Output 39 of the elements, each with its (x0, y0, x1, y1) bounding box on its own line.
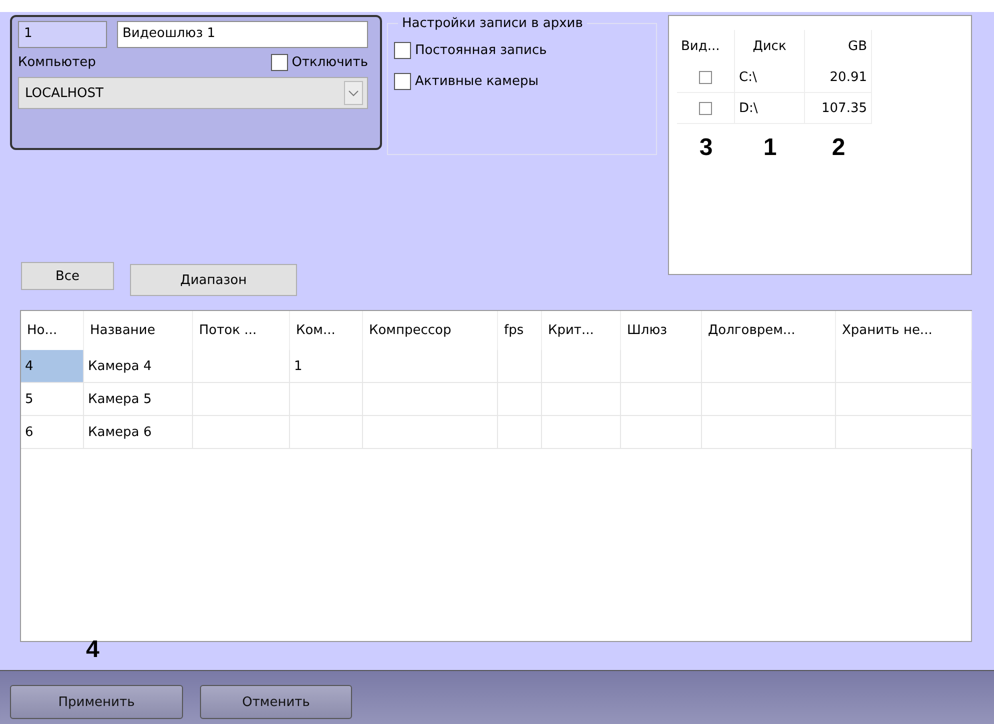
table-cell: Камера 5 (84, 383, 193, 416)
table-cell: 6 (21, 416, 84, 449)
computer-label: Компьютер (18, 55, 96, 70)
filter-button[interactable]: Диапазон (130, 264, 297, 296)
table-cell: Камера 4 (84, 350, 193, 383)
checkbox[interactable] (394, 73, 411, 90)
checkbox[interactable] (270, 54, 288, 71)
chevron-down-icon (344, 81, 363, 105)
table-cell: Камера 6 (84, 416, 193, 449)
table-cell: 1 (290, 350, 363, 383)
checkbox[interactable] (394, 42, 411, 59)
checkbox-label: Постоянная запись (415, 43, 547, 58)
callout-number: 2 (830, 133, 846, 162)
checkbox[interactable] (699, 102, 712, 114)
id-field[interactable]: 1 (18, 21, 107, 48)
checkbox-label: Активные камеры (415, 74, 538, 89)
column-header[interactable]: Вид... (677, 30, 735, 62)
cancel-button[interactable]: Отменить (200, 685, 352, 719)
table-cell: 4 (21, 350, 84, 383)
column-header[interactable]: GB (805, 30, 872, 62)
computer-dropdown[interactable]: LOCALHOST (18, 77, 368, 109)
table-cell: 107.35 (805, 93, 872, 124)
checkbox-label: Отключить (292, 55, 368, 70)
table-cell (498, 350, 542, 383)
callout-number: 4 (86, 636, 100, 664)
callout-number: 3 (698, 133, 714, 162)
group-title: Настройки записи в архив (398, 16, 587, 31)
table-cell: C:\ (735, 62, 805, 93)
checkbox[interactable] (699, 70, 712, 84)
filter-button[interactable]: Все (21, 262, 114, 290)
table-cell: D:\ (735, 93, 805, 124)
table-cell: 20.91 (805, 62, 872, 93)
name-field[interactable]: Видеошлюз 1 (116, 21, 368, 48)
column-header[interactable]: Диск (735, 30, 805, 62)
callout-number: 1 (762, 133, 778, 162)
apply-button[interactable]: Применить (10, 685, 183, 719)
table-cell (498, 383, 542, 416)
table-cell: 5 (21, 383, 84, 416)
table-cell (498, 416, 542, 449)
